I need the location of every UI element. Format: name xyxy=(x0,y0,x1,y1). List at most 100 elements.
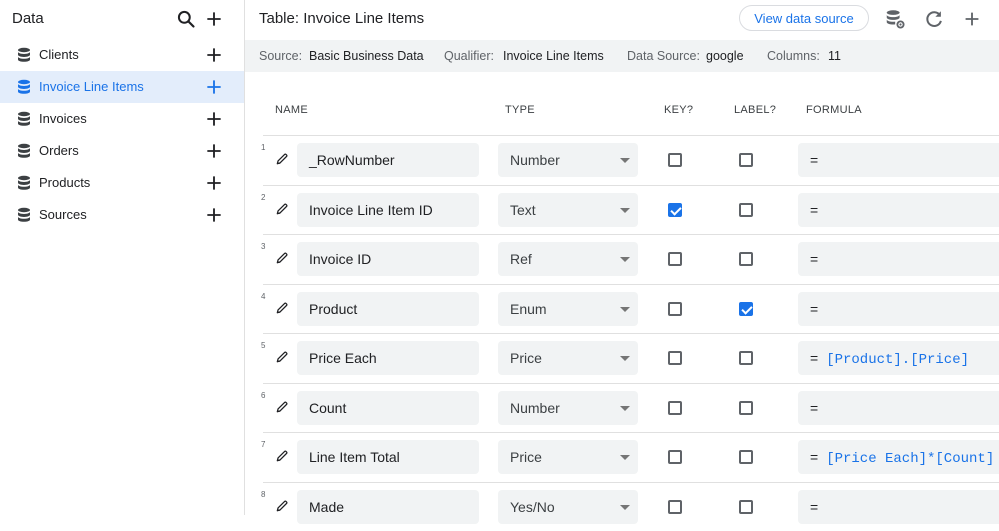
column-type-value: Price xyxy=(510,449,542,465)
sidebar-item-orders[interactable]: Orders xyxy=(0,135,244,167)
formula-expression: [Price Each]*[Count] xyxy=(826,451,995,467)
label-checkbox[interactable] xyxy=(739,450,753,464)
column-type-select[interactable]: Price xyxy=(498,341,638,375)
sidebar-item-invoices[interactable]: Invoices xyxy=(0,103,244,135)
chevron-down-icon xyxy=(620,455,630,460)
datasource-value: google xyxy=(706,49,744,63)
label-checkbox[interactable] xyxy=(739,499,753,514)
view-data-source-button[interactable]: View data source xyxy=(739,5,869,31)
add-icon[interactable] xyxy=(204,77,224,97)
formula-field[interactable]: = xyxy=(798,143,999,177)
formula-field[interactable]: = xyxy=(798,242,999,276)
add-icon[interactable] xyxy=(204,141,224,161)
formula-field[interactable]: = xyxy=(798,390,999,425)
row-number: 3 xyxy=(261,242,266,251)
column-type-select[interactable]: Enum xyxy=(498,291,638,326)
chevron-down-icon xyxy=(620,158,630,163)
sidebar-item-clients[interactable]: Clients xyxy=(0,39,244,71)
source-label: Source: xyxy=(259,49,303,63)
table-row: 1 _RowNumber Number = xyxy=(261,135,999,184)
key-checkbox[interactable] xyxy=(668,202,682,217)
column-name-field[interactable]: _RowNumber xyxy=(297,143,479,177)
key-checkbox[interactable] xyxy=(668,450,682,464)
chevron-down-icon xyxy=(620,257,630,262)
column-name-field[interactable]: Invoice ID xyxy=(297,242,479,276)
column-type-select[interactable]: Price xyxy=(498,440,638,474)
database-icon xyxy=(18,111,30,126)
sidebar-item-invoice-line-items[interactable]: Invoice Line Items xyxy=(0,71,244,103)
add-table-icon[interactable] xyxy=(204,9,224,29)
formula-field[interactable]: = xyxy=(798,192,999,227)
edit-pencil-icon[interactable] xyxy=(275,251,289,265)
chevron-down-icon xyxy=(620,306,630,312)
key-checkbox[interactable] xyxy=(668,252,682,266)
database-icon xyxy=(18,207,30,222)
column-name-field[interactable]: Line Item Total xyxy=(297,440,479,474)
column-type-select[interactable]: Ref xyxy=(498,242,638,276)
label-checkbox[interactable] xyxy=(739,400,753,415)
label-checkbox[interactable] xyxy=(739,301,753,316)
add-icon[interactable] xyxy=(204,45,224,65)
column-type-select[interactable]: Number xyxy=(498,143,638,177)
formula-equals: = xyxy=(810,399,819,416)
add-icon[interactable] xyxy=(204,109,224,129)
key-checkbox[interactable] xyxy=(668,499,682,514)
table-row: 3 Invoice ID Ref = xyxy=(261,234,999,283)
column-type-select[interactable]: Text xyxy=(498,192,638,227)
chevron-down-icon xyxy=(620,405,630,411)
refresh-icon[interactable] xyxy=(923,8,945,30)
database-icon xyxy=(18,175,30,190)
label-checkbox[interactable] xyxy=(739,252,753,266)
table-row: 7 Line Item Total Price = [Price Each]*[Coun… xyxy=(261,432,999,481)
add-icon[interactable] xyxy=(204,173,224,193)
key-checkbox[interactable] xyxy=(668,400,682,415)
label-checkbox[interactable] xyxy=(739,202,753,217)
add-icon[interactable] xyxy=(961,8,983,30)
sidebar-item-products[interactable]: Products xyxy=(0,167,244,199)
table-toolbar: Table: Invoice Line Items View data sour… xyxy=(245,0,999,40)
column-type-select[interactable]: Number xyxy=(498,390,638,425)
column-name-field[interactable]: Count xyxy=(297,390,479,425)
edit-pencil-icon[interactable] xyxy=(275,499,289,513)
search-icon[interactable] xyxy=(176,9,196,29)
edit-pencil-icon[interactable] xyxy=(275,449,289,463)
add-icon[interactable] xyxy=(204,205,224,225)
formula-equals: = xyxy=(810,449,819,465)
edit-pencil-icon[interactable] xyxy=(275,152,289,166)
column-type-select[interactable]: Yes/No xyxy=(498,489,638,524)
sidebar-item-label: Invoice Line Items xyxy=(39,79,144,94)
key-checkbox[interactable] xyxy=(668,153,682,167)
label-checkbox[interactable] xyxy=(739,153,753,167)
edit-pencil-icon[interactable] xyxy=(275,202,289,216)
formula-field[interactable]: = xyxy=(798,489,999,524)
formula-equals: = xyxy=(810,350,819,366)
row-number: 1 xyxy=(261,143,266,152)
edit-pencil-icon[interactable] xyxy=(275,350,289,364)
formula-field[interactable]: = [Product].[Price] xyxy=(798,341,999,375)
formula-field[interactable]: = xyxy=(798,291,999,326)
sidebar-title: Data xyxy=(12,10,44,27)
edit-pencil-icon[interactable] xyxy=(275,301,289,315)
database-settings-icon[interactable] xyxy=(884,8,906,30)
column-name-field[interactable]: Invoice Line Item ID xyxy=(297,192,479,227)
database-icon xyxy=(18,79,30,94)
table-row: 2 Invoice Line Item ID Text = xyxy=(261,184,999,234)
sidebar-item-sources[interactable]: Sources xyxy=(0,199,244,231)
edit-pencil-icon[interactable] xyxy=(275,400,289,414)
row-number: 6 xyxy=(261,390,266,400)
column-header-formula: FORMULA xyxy=(806,104,862,116)
column-header-key: KEY? xyxy=(664,104,694,116)
page-title: Table: Invoice Line Items xyxy=(259,10,425,27)
label-checkbox[interactable] xyxy=(739,351,753,365)
key-checkbox[interactable] xyxy=(668,351,682,365)
formula-field[interactable]: = [Price Each]*[Count] xyxy=(798,440,999,474)
column-name-field[interactable]: Product xyxy=(297,291,479,326)
formula-equals: = xyxy=(810,251,819,267)
column-name-field[interactable]: Price Each xyxy=(297,341,479,375)
key-checkbox[interactable] xyxy=(668,301,682,316)
formula-equals: = xyxy=(810,498,819,515)
column-name-field[interactable]: Made xyxy=(297,489,479,524)
column-type-value: Enum xyxy=(510,300,547,317)
database-icon xyxy=(18,143,30,158)
column-type-value: Ref xyxy=(510,251,532,267)
